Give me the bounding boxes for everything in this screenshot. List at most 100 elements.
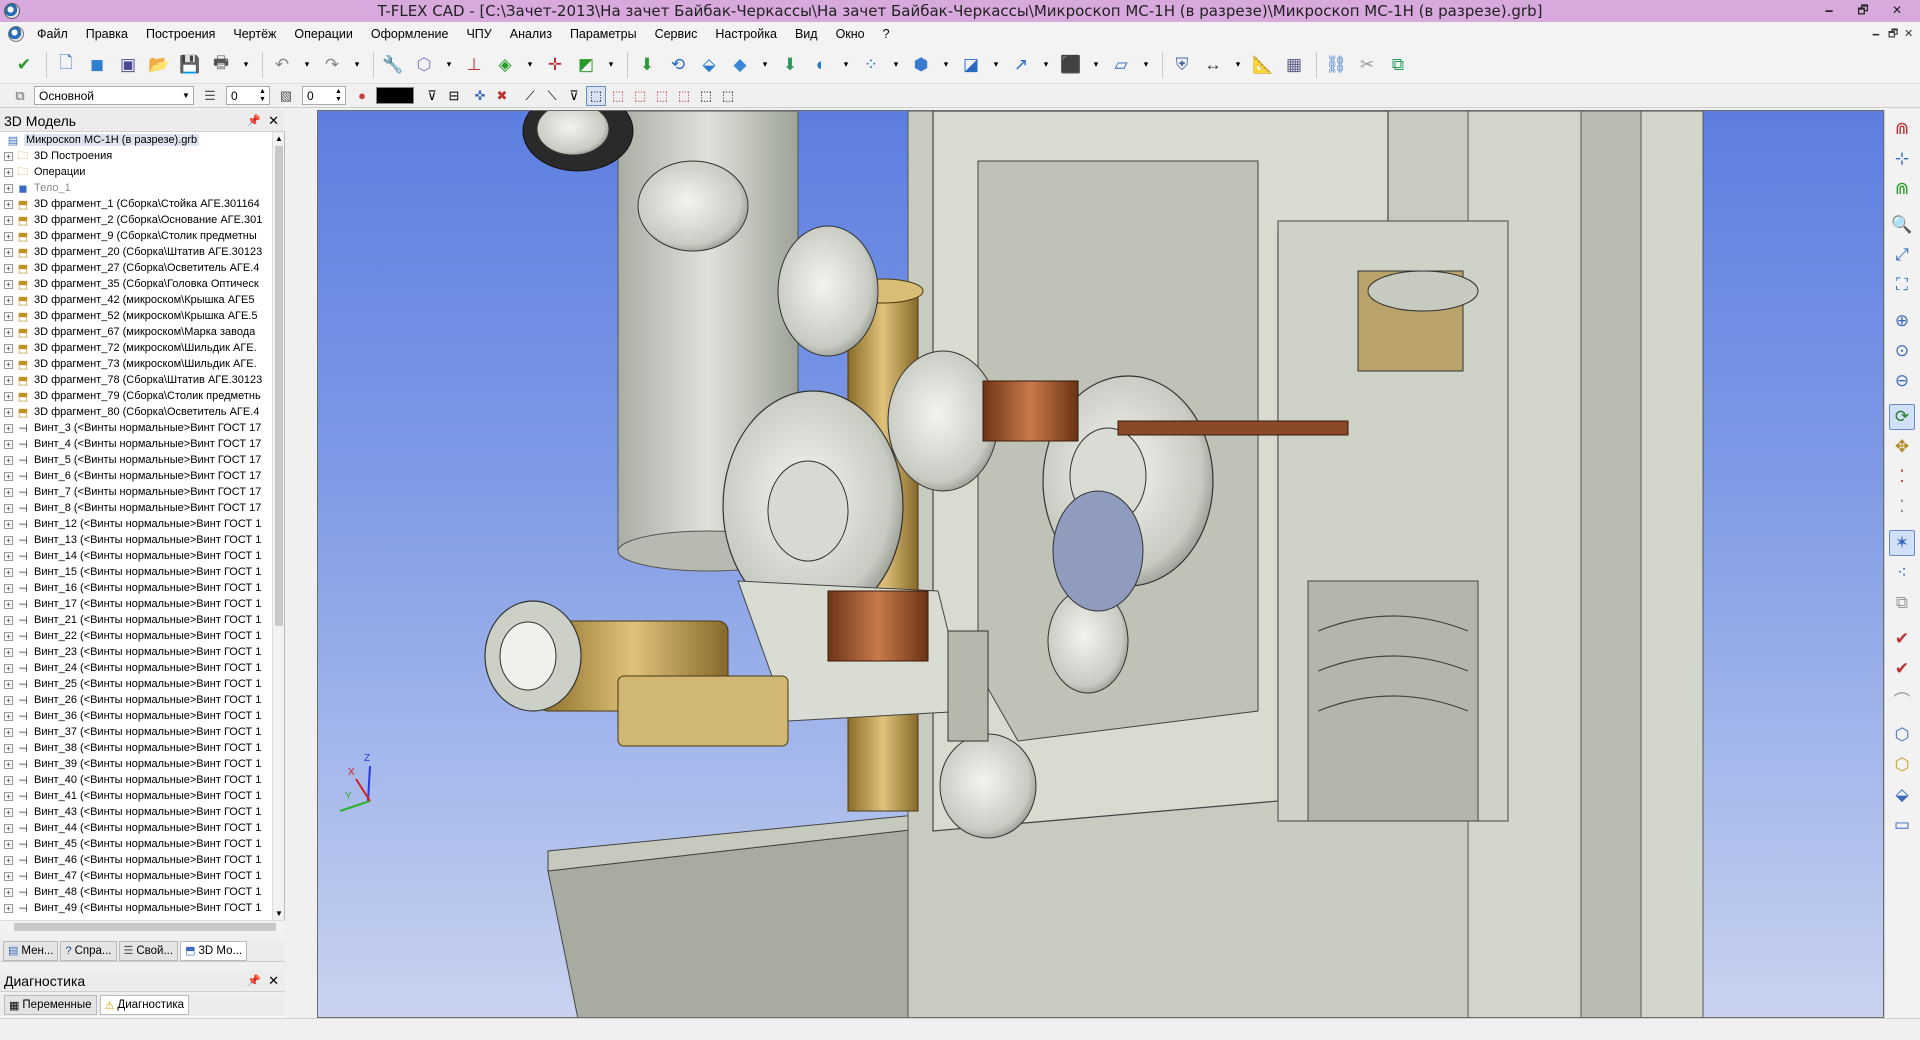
expand-icon[interactable]: +: [4, 327, 13, 337]
new-document-icon[interactable]: 🗋: [52, 51, 80, 79]
panel-tab[interactable]: ? Спра...: [60, 940, 117, 961]
sweep-dropdown-icon[interactable]: ▾: [757, 51, 773, 79]
expand-icon[interactable]: +: [4, 807, 13, 817]
expand-icon[interactable]: +: [4, 391, 13, 401]
close-icon[interactable]: ✕: [268, 973, 279, 989]
shell-dropdown-icon[interactable]: ▾: [938, 51, 954, 79]
priority-spinner[interactable]: 0 ▲ ▼: [302, 86, 346, 105]
print-icon[interactable]: 🖶: [207, 51, 235, 79]
tree-item[interactable]: + ⬒ 3D фрагмент_80 (Сборка\Осветитель АГЕ.…: [0, 404, 284, 420]
expand-icon[interactable]: +: [4, 183, 13, 193]
expand-icon[interactable]: +: [4, 519, 13, 529]
menu-item[interactable]: Построения: [137, 22, 224, 46]
undo-icon[interactable]: ↶: [268, 51, 296, 79]
save-icon[interactable]: 💾: [176, 51, 204, 79]
expand-icon[interactable]: +: [4, 647, 13, 657]
menu-item[interactable]: Файл: [28, 22, 77, 46]
tree-item[interactable]: + ⊣ Винт_49 (<Винты нормальные>Винт ГОСТ 1: [0, 900, 284, 916]
snap-operation-icon[interactable]: ⬚: [608, 86, 628, 106]
expand-icon[interactable]: +: [4, 439, 13, 449]
tree-item[interactable]: + ⊣ Винт_17 (<Винты нормальные>Винт ГОСТ 1: [0, 596, 284, 612]
expand-icon[interactable]: +: [4, 455, 13, 465]
work-plane-icon[interactable]: ⬡: [410, 51, 438, 79]
expand-icon[interactable]: +: [4, 487, 13, 497]
open-folder-icon[interactable]: 📂: [145, 51, 173, 79]
deselect-icon[interactable]: ✖: [492, 86, 512, 106]
sweep-icon[interactable]: ◆: [726, 51, 754, 79]
extrude-icon[interactable]: ⬇: [633, 51, 661, 79]
menu-item[interactable]: Анализ: [501, 22, 561, 46]
document-window-icon[interactable]: [8, 26, 24, 42]
tree-item[interactable]: + 🗀 3D Построения: [0, 148, 284, 164]
expand-icon[interactable]: +: [4, 231, 13, 241]
snap-vertex-icon[interactable]: ⟋: [520, 86, 540, 106]
pin-icon[interactable]: 📌: [247, 974, 261, 987]
select-list-icon[interactable]: ⊟: [444, 86, 464, 106]
3d-node-dropdown-icon[interactable]: ▾: [522, 51, 538, 79]
tree-item[interactable]: + ⊣ Винт_6 (<Винты нормальные>Винт ГОСТ 17: [0, 468, 284, 484]
zoom-extents-icon[interactable]: ⛶: [1889, 272, 1915, 298]
color-swatch[interactable]: [376, 87, 414, 104]
restore-button[interactable]: 🗗: [1846, 0, 1880, 22]
expand-icon[interactable]: +: [4, 503, 13, 513]
menu-item[interactable]: ЧПУ: [457, 22, 500, 46]
zoom-previous-icon[interactable]: ⊙: [1889, 338, 1915, 364]
expand-icon[interactable]: +: [4, 775, 13, 785]
filter-icon[interactable]: ⊽: [422, 86, 442, 106]
dimension-dropdown-icon[interactable]: ▾: [1230, 51, 1246, 79]
layer-select[interactable]: Основной ▼: [34, 86, 194, 105]
menu-item[interactable]: ?: [874, 22, 899, 46]
tree-item[interactable]: ▤ Микроскоп МС-1Н (в разрезе).grb: [0, 132, 284, 148]
expand-icon[interactable]: +: [4, 711, 13, 721]
snap-loop-icon[interactable]: ⬚: [674, 86, 694, 106]
select-all-icon[interactable]: ✜: [470, 86, 490, 106]
expand-icon[interactable]: +: [4, 695, 13, 705]
tree-item[interactable]: + ⊣ Винт_23 (<Винты нормальные>Винт ГОСТ 1: [0, 644, 284, 660]
magnet-green-icon[interactable]: ⋒: [1889, 176, 1915, 202]
pattern-dropdown-icon[interactable]: ▾: [888, 51, 904, 79]
expand-icon[interactable]: +: [4, 759, 13, 769]
redo-dropdown-icon[interactable]: ▾: [349, 51, 365, 79]
tree-item[interactable]: + ⬒ 3D фрагмент_27 (Сборка\Осветитель АГЕ.…: [0, 260, 284, 276]
expand-icon[interactable]: +: [4, 151, 13, 161]
tree-item[interactable]: + ⊣ Винт_26 (<Винты нормальные>Винт ГОСТ 1: [0, 692, 284, 708]
expand-icon[interactable]: +: [4, 823, 13, 833]
point-snap-icon[interactable]: ⊹: [1889, 146, 1915, 172]
material-dropdown-icon[interactable]: ▾: [1138, 51, 1154, 79]
expand-icon[interactable]: +: [4, 407, 13, 417]
expand-icon[interactable]: +: [4, 295, 13, 305]
spinner-arrows-icon[interactable]: ▲ ▼: [335, 88, 345, 104]
tree-item[interactable]: + ⊣ Винт_3 (<Винты нормальные>Винт ГОСТ 17: [0, 420, 284, 436]
tree-item[interactable]: + ⬒ 3D фрагмент_1 (Сборка\Стойка АГЕ.30116…: [0, 196, 284, 212]
measure-gray-icon[interactable]: ⌒: [1889, 686, 1915, 712]
snap-plane-icon[interactable]: ⬚: [652, 86, 672, 106]
menu-item[interactable]: Операции: [285, 22, 361, 46]
tab-diagnostics[interactable]: ⚠ Диагностика: [99, 995, 190, 1015]
tree-item[interactable]: + ⊣ Винт_22 (<Винты нормальные>Винт ГОСТ 1: [0, 628, 284, 644]
panel-tab[interactable]: ▤ Мен...: [3, 940, 59, 961]
cut-icon[interactable]: ◪: [957, 51, 985, 79]
tree-horizontal-scrollbar[interactable]: [0, 920, 285, 932]
dimension-icon[interactable]: ↔: [1199, 51, 1227, 79]
expand-icon[interactable]: +: [4, 535, 13, 545]
mdi-close-button[interactable]: ✕: [1904, 22, 1913, 46]
expand-icon[interactable]: +: [4, 727, 13, 737]
chevron-down-icon[interactable]: ▼: [179, 91, 193, 100]
snap-face-icon[interactable]: ⊽: [564, 86, 584, 106]
panel-tab[interactable]: ⬒ 3D Мо...: [180, 940, 248, 961]
expand-icon[interactable]: +: [4, 471, 13, 481]
tree-item[interactable]: + ⊣ Винт_25 (<Винты нормальные>Винт ГОСТ 1: [0, 676, 284, 692]
expand-icon[interactable]: +: [4, 743, 13, 753]
spring-icon[interactable]: ↗: [1007, 51, 1035, 79]
expand-icon[interactable]: +: [4, 631, 13, 641]
tree-item[interactable]: + ⊣ Винт_16 (<Винты нормальные>Винт ГОСТ 1: [0, 580, 284, 596]
scrollbar-thumb[interactable]: [14, 923, 276, 931]
zoom-window-icon[interactable]: 🔍: [1889, 212, 1915, 238]
close-window-button[interactable]: ✕: [1880, 0, 1914, 22]
zoom-out-icon[interactable]: ⊖: [1889, 368, 1915, 394]
tree-item[interactable]: + ⊣ Винт_7 (<Винты нормальные>Винт ГОСТ 17: [0, 484, 284, 500]
tree-vertical-scrollbar[interactable]: ▲ ▼: [272, 132, 284, 920]
tree-item[interactable]: + ⊣ Винт_43 (<Винты нормальные>Винт ГОСТ 1: [0, 804, 284, 820]
expand-icon[interactable]: +: [4, 263, 13, 273]
tree-item[interactable]: + ⊣ Винт_13 (<Винты нормальные>Винт ГОСТ 1: [0, 532, 284, 548]
